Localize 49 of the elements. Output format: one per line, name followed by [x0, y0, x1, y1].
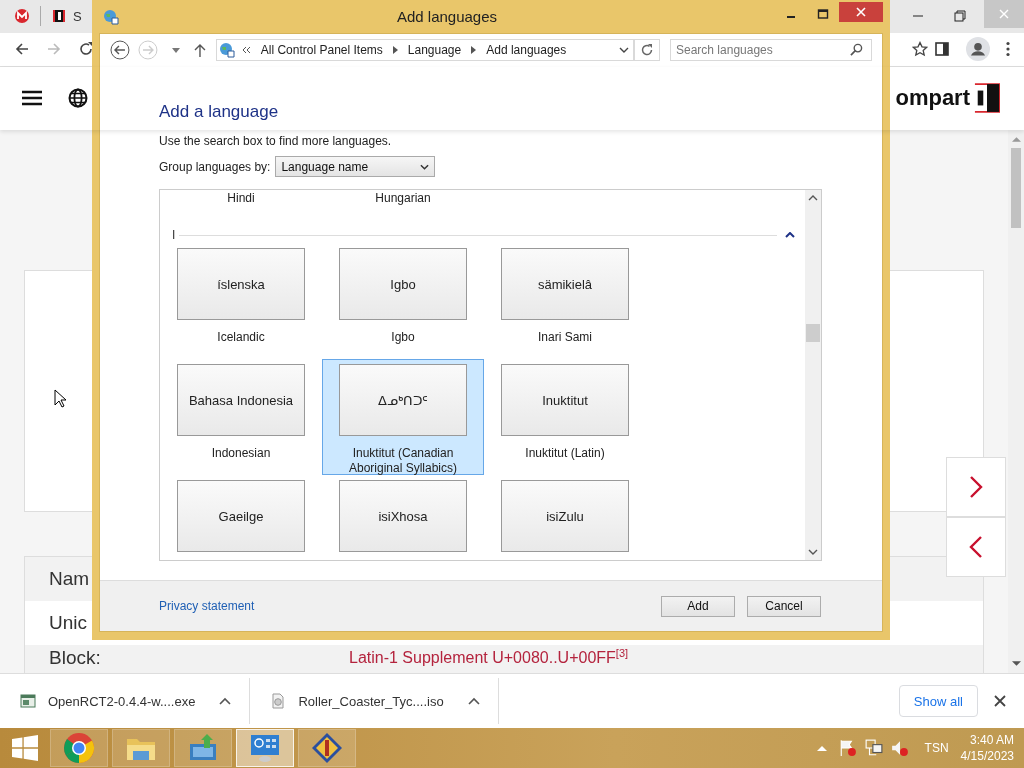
language-name: Icelandic: [217, 330, 265, 345]
language-tile[interactable]: íslenska: [177, 248, 305, 320]
language-item[interactable]: Gaeilge: [160, 475, 322, 560]
language-name: Igbo: [391, 330, 415, 345]
language-name[interactable]: Hindi: [227, 191, 255, 207]
dialog-button[interactable]: Add: [661, 595, 735, 617]
breadcrumb-item[interactable]: All Control Panel Items: [260, 43, 383, 57]
language-tile[interactable]: isiZulu: [501, 480, 629, 552]
privacy-statement-link[interactable]: Privacy statement: [159, 599, 255, 613]
language-item[interactable]: sämikielâ Inari Sami: [484, 243, 646, 359]
group-letter: I: [172, 228, 176, 242]
language-item[interactable]: isiXhosa: [322, 475, 484, 560]
language-item[interactable]: Igbo Igbo: [322, 243, 484, 359]
table-label: Nam: [49, 568, 91, 591]
instruction-text: Use the search box to find more languages.: [159, 134, 393, 148]
tab-title: S: [73, 8, 82, 24]
language-name[interactable]: Hungarian: [375, 191, 431, 207]
language-tile[interactable]: ᐃᓄᒃᑎᑐᑦ: [339, 364, 467, 436]
address-bar[interactable]: All Control Panel Items Language Add languages: [215, 39, 635, 61]
table-label: Unic: [49, 612, 88, 635]
breadcrumb-item[interactable]: Language: [407, 43, 462, 57]
group-by-label: Group languages by:: [159, 159, 271, 174]
selected-language-item[interactable]: ᐃᓄᒃᑎᑐᑦ Inuktitut (Canadian Aboriginal Syllabics): [322, 359, 484, 475]
show-all-button[interactable]: Show all: [898, 685, 978, 718]
table-value[interactable]: Latin-1 Supplement U+0080..U+00FF$^{[3]}$: [349, 647, 629, 668]
language-name: Indonesian: [211, 446, 271, 461]
language-item[interactable]: Bahasa Indonesia Indonesian: [160, 359, 322, 475]
language-item[interactable]: Inuktitut Inuktitut (Latin): [484, 359, 646, 475]
breadcrumb-item[interactable]: Add languages: [486, 43, 567, 57]
language-tile[interactable]: Igbo: [339, 248, 467, 320]
language-name: Inuktitut (Canadian Aboriginal Syllabics): [347, 446, 458, 476]
page-heading: Add a language: [159, 102, 280, 122]
language-tile[interactable]: Inuktitut: [501, 364, 629, 436]
table-label: Block:: [49, 647, 102, 670]
search-field[interactable]: Search languages: [670, 39, 872, 61]
group-by-dropdown[interactable]: Language name: [275, 156, 436, 177]
language-tile[interactable]: Bahasa Indonesia: [177, 364, 305, 436]
language-name: Inuktitut (Latin): [525, 446, 605, 461]
site-logo-text[interactable]: ompart: [895, 85, 970, 112]
language-name: Inari Sami: [538, 330, 592, 345]
language-item[interactable]: isiZulu: [484, 475, 646, 560]
dialog-button[interactable]: Cancel: [747, 595, 821, 617]
language-tile[interactable]: isiXhosa: [339, 480, 467, 552]
window-title: Add languages: [395, 8, 499, 25]
download-item[interactable]: Roller_Coaster_Tyc....iso: [250, 678, 499, 725]
language-tile[interactable]: Gaeilge: [177, 480, 305, 552]
download-item[interactable]: OpenRCT2-0.4.4-w....exe: [0, 678, 251, 725]
language-tile[interactable]: sämikielâ: [501, 248, 629, 320]
language-item[interactable]: íslenska Icelandic: [160, 243, 322, 359]
